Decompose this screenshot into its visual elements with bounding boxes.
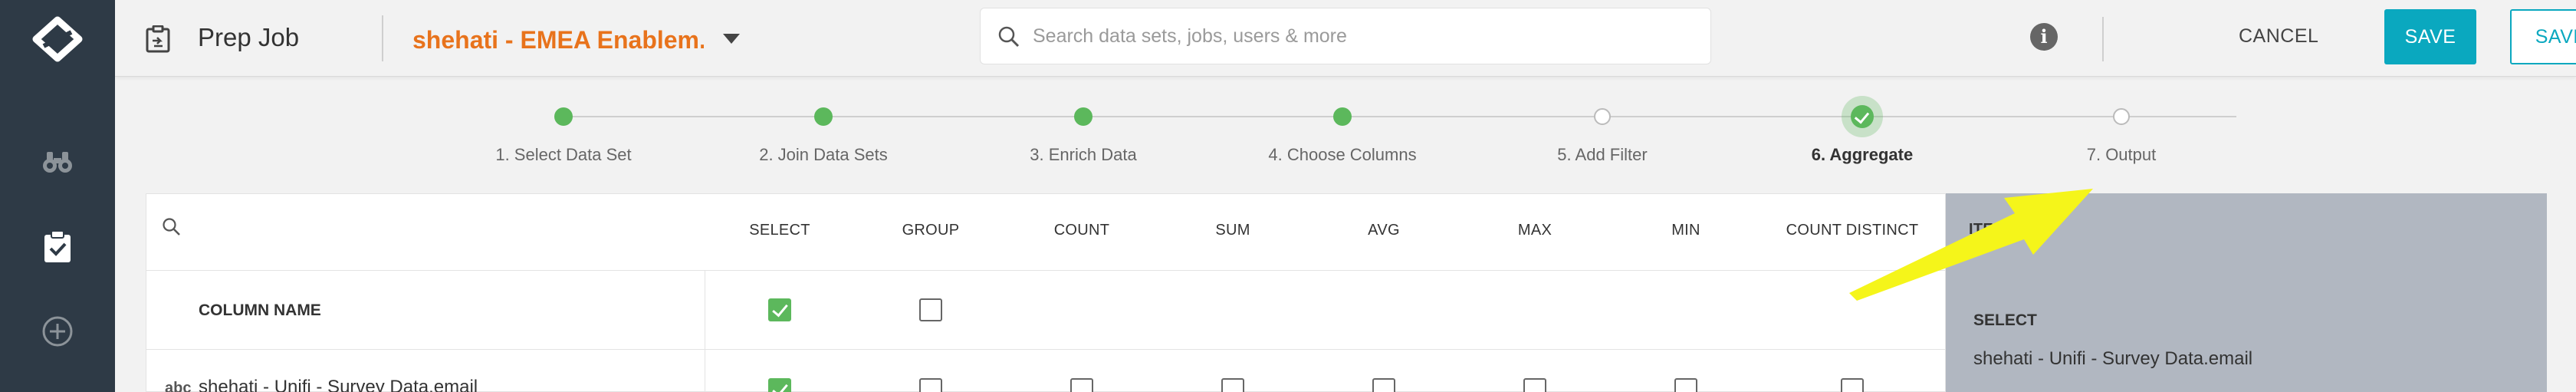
search-input[interactable] <box>1033 19 1692 53</box>
aggregate-table: SELECT GROUP COUNT SUM AVG MAX MIN COUNT… <box>146 193 1947 392</box>
step-label: 1. Select Data Set <box>495 145 632 164</box>
group-all-checkbox[interactable] <box>919 298 942 321</box>
step-done-dot <box>1333 107 1352 126</box>
global-search[interactable] <box>980 8 1711 64</box>
step-label: 6. Aggregate <box>1811 145 1914 164</box>
step-pending-dot <box>1594 108 1611 125</box>
step-done-dot <box>814 107 833 126</box>
table-header-row: SELECT GROUP COUNT SUM AVG MAX MIN COUNT… <box>146 194 1947 271</box>
step-label: 2. Join Data Sets <box>759 145 888 164</box>
rail-add-button[interactable] <box>0 293 115 370</box>
top-header: Prep Job shehati - EMEA Enablem... i CAN… <box>115 0 2576 77</box>
table-row: abc shehati - Unifi - Survey Data.email <box>146 351 1947 392</box>
search-icon <box>998 26 1020 48</box>
row-min-checkbox[interactable] <box>1674 378 1697 392</box>
save-button[interactable]: SAVE <box>2384 9 2476 64</box>
header-divider <box>382 15 383 61</box>
string-type-icon: abc <box>165 380 192 392</box>
app-logo[interactable] <box>25 15 90 63</box>
dataset-name[interactable]: shehati - EMEA Enablem... <box>412 26 704 54</box>
row-avg-checkbox[interactable] <box>1372 378 1395 392</box>
row-sum-checkbox[interactable] <box>1221 378 1244 392</box>
prep-job-icon <box>144 25 172 53</box>
step-label: 7. Output <box>2086 145 2157 164</box>
column-header-select: SELECT <box>749 222 810 239</box>
rail-prep-jobs-button[interactable] <box>0 209 115 285</box>
step-label: 3. Enrich Data <box>1030 145 1137 164</box>
annotation-arrow-icon <box>1849 189 2093 301</box>
add-circle-icon <box>42 316 73 347</box>
save-and-run-button[interactable]: SAVE & RUN <box>2510 9 2576 64</box>
column-header-sum: SUM <box>1215 222 1250 239</box>
step-label: 5. Add Filter <box>1557 145 1648 164</box>
page-title: Prep Job <box>198 23 300 51</box>
cancel-button[interactable]: CANCEL <box>2239 25 2318 48</box>
clipboard-check-icon <box>44 230 71 262</box>
step-current-check-icon <box>1842 96 1883 137</box>
select-section-heading: SELECT <box>1973 311 2037 329</box>
step-pending-dot <box>2113 108 2130 125</box>
column-header-min: MIN <box>1671 222 1700 239</box>
select-all-checkbox[interactable] <box>768 298 791 321</box>
left-nav-rail <box>0 0 115 392</box>
header-divider <box>2102 17 2104 61</box>
row-count-distinct-checkbox[interactable] <box>1841 378 1864 392</box>
row-count-checkbox[interactable] <box>1070 378 1093 392</box>
column-name-row: COLUMN NAME <box>146 271 1947 350</box>
row-select-checkbox[interactable] <box>768 378 791 392</box>
step-done-dot <box>1074 107 1092 126</box>
step-done-dot <box>554 107 573 126</box>
rail-explore-button[interactable] <box>0 123 115 199</box>
row-column-name: shehati - Unifi - Survey Data.email <box>199 377 478 392</box>
binoculars-icon <box>43 152 72 173</box>
chevron-down-icon[interactable] <box>723 34 740 44</box>
column-header-count: COUNT <box>1053 222 1110 239</box>
column-header-max: MAX <box>1517 222 1552 239</box>
logo-icon <box>32 16 83 62</box>
wizard-stepper: 1. Select Data Set 2. Join Data Sets 3. … <box>115 77 2576 193</box>
column-header-group: GROUP <box>902 222 960 239</box>
column-header-avg: AVG <box>1368 222 1400 239</box>
row-max-checkbox[interactable] <box>1523 378 1546 392</box>
selected-item: shehati - Unifi - Survey Data.email <box>1973 348 2253 369</box>
step-label: 4. Choose Columns <box>1268 145 1417 164</box>
row-group-checkbox[interactable] <box>919 378 942 392</box>
column-name-header: COLUMN NAME <box>199 301 321 319</box>
info-icon[interactable]: i <box>2030 23 2058 51</box>
search-icon[interactable] <box>162 217 182 237</box>
